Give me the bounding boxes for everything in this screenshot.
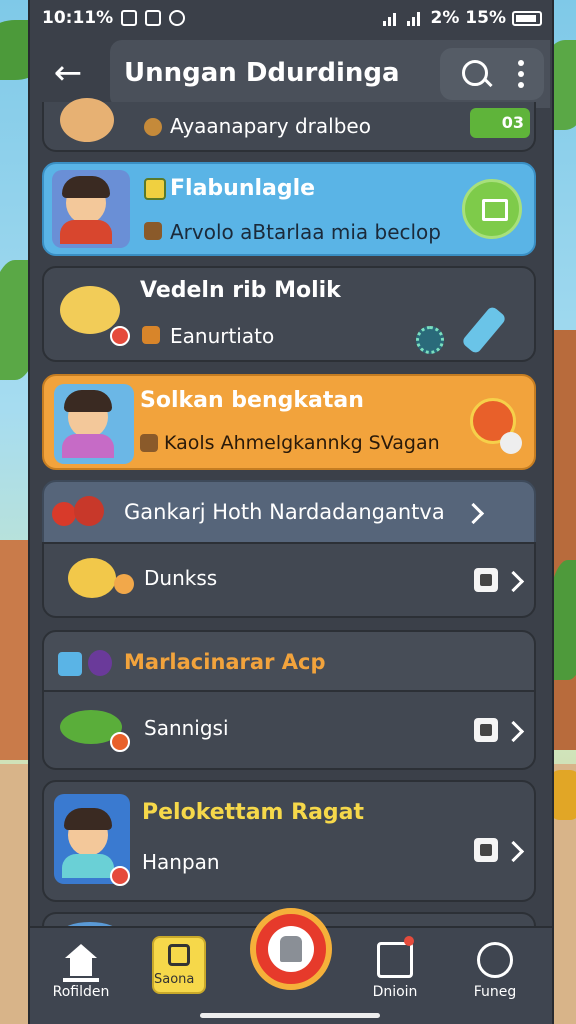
item-icon — [144, 178, 166, 200]
list-item-title: Solkan bengkatan — [140, 388, 364, 413]
bookmark-icon — [168, 944, 190, 966]
item-icon — [142, 326, 160, 344]
notification-dot — [404, 936, 414, 946]
list-content: Ayaanapary dralbeo 03 Flabunlagle Arvolo… — [30, 98, 552, 952]
list-item[interactable]: Ayaanapary dralbeo 03 — [42, 98, 536, 152]
nav-label: Rofilden — [52, 984, 110, 1000]
dice-icon — [500, 432, 522, 454]
avatar — [54, 384, 134, 464]
section-title: Marlacinarar Acp — [124, 650, 326, 674]
back-arrow-icon[interactable]: ← — [48, 54, 88, 94]
chevron-right-icon[interactable] — [462, 502, 485, 525]
list-item[interactable]: Sannigsi — [42, 690, 536, 770]
list-item[interactable]: Pelokettam Ragat Hanpan — [42, 780, 536, 902]
fruit-icon — [52, 502, 76, 526]
page-title: Unngan Ddurdinga — [124, 58, 400, 88]
chevron-right-icon[interactable] — [502, 570, 525, 593]
grape-icon — [88, 650, 112, 676]
list-item-subtitle: Arvolo aBtarlaa mia beclop — [170, 220, 441, 244]
badge-icon — [110, 326, 130, 346]
character-sprite — [68, 558, 116, 598]
character-sprite — [60, 286, 120, 334]
search-icon[interactable] — [462, 60, 488, 86]
fruit-icon — [74, 496, 104, 526]
app-header: ← Unngan Ddurdinga — [30, 36, 552, 112]
list-item-title: Vedeln rib Molik — [140, 278, 341, 303]
nav-label: Funeg — [473, 984, 517, 1000]
nav-home[interactable]: Rofilden — [36, 934, 126, 1014]
list-item-subtitle: Eanurtiato — [170, 324, 275, 348]
signal-icon — [406, 10, 425, 26]
battery-percent: 2% 15% — [430, 8, 506, 28]
section-header[interactable]: Marlacinarar Acp — [42, 630, 536, 692]
list-item-title: Flabunlagle — [170, 176, 316, 201]
chevron-right-icon[interactable] — [502, 720, 525, 743]
home-indicator — [200, 1013, 380, 1018]
nav-label: Saona — [154, 972, 195, 987]
check-icon — [145, 10, 162, 26]
wifi-icon — [382, 10, 401, 26]
fab-icon — [268, 926, 314, 972]
status-time: 10:11% — [42, 8, 114, 28]
badge-icon — [110, 732, 130, 752]
list-item[interactable]: Dunkss — [42, 542, 536, 618]
action-button[interactable] — [462, 179, 522, 239]
item-icon — [140, 434, 158, 452]
header-actions — [440, 48, 544, 100]
item-icon — [144, 222, 162, 240]
list-item[interactable]: Vedeln rib Molik Eanurtiato — [42, 266, 536, 362]
select-checkbox[interactable] — [474, 568, 498, 592]
character-sprite — [114, 574, 134, 594]
select-checkbox[interactable] — [474, 718, 498, 742]
tool-icon — [460, 305, 508, 355]
list-item-highlighted[interactable]: Solkan bengkatan Kaols Ahmelgkannkg SVag… — [42, 374, 536, 470]
settings-icon — [169, 10, 186, 26]
gear-icon — [416, 326, 444, 354]
map-icon — [58, 652, 82, 676]
section-header[interactable]: Gankarj Hoth Nardadangantva — [42, 480, 536, 544]
badge-icon — [110, 866, 130, 886]
app-window: 10:11% 2% 15% ← Unngan Ddurdinga Ayaanap… — [28, 0, 554, 1024]
list-item-title: Sannigsi — [144, 716, 229, 740]
search-globe-icon — [477, 942, 513, 978]
list-item-highlighted[interactable]: Flabunlagle Arvolo aBtarlaa mia beclop — [42, 162, 536, 256]
notification-icon — [377, 942, 413, 978]
list-item-subtitle: Hanpan — [142, 850, 220, 874]
home-icon — [63, 942, 99, 982]
more-vert-icon[interactable] — [518, 60, 524, 88]
character-sprite — [60, 98, 114, 142]
nav-label: Dnioin — [372, 984, 418, 1000]
list-item-title: Dunkss — [144, 566, 218, 590]
battery-icon — [512, 10, 542, 26]
list-item-subtitle: Kaols Ahmelgkannkg SVagan — [164, 432, 440, 454]
main-action-button[interactable] — [250, 908, 332, 990]
select-checkbox[interactable] — [474, 838, 498, 862]
avatar — [52, 170, 130, 248]
chevron-right-icon[interactable] — [502, 840, 525, 863]
section-title: Gankarj Hoth Nardadangantva — [124, 500, 445, 524]
nav-search[interactable]: Funeg — [450, 934, 540, 1014]
nav-saved[interactable]: Saona — [152, 936, 206, 994]
nav-notifications[interactable]: Dnioin — [350, 934, 440, 1014]
list-item-title: Pelokettam Ragat — [142, 800, 365, 825]
bottom-navigation: Rofilden Saona Dnioin Funeg — [30, 908, 552, 1024]
status-badge: 03 — [470, 108, 530, 138]
title-bar: Unngan Ddurdinga — [110, 40, 550, 108]
item-icon — [144, 118, 162, 136]
status-bar: 10:11% 2% 15% — [30, 0, 552, 36]
background-house — [0, 540, 30, 760]
list-item-subtitle: Ayaanapary dralbeo — [170, 114, 371, 138]
notification-icon — [121, 10, 138, 26]
